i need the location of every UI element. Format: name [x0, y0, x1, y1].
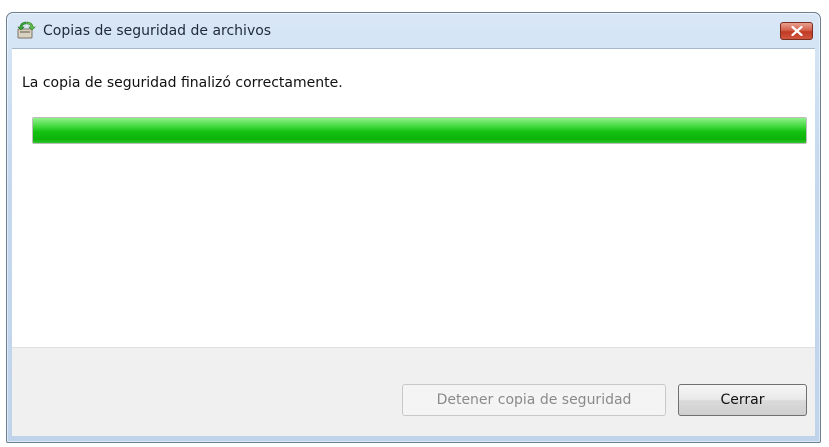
title-bar[interactable]: Copias de seguridad de archivos: [7, 13, 820, 47]
content-area: La copia de seguridad finalizó correctam…: [12, 48, 815, 347]
status-message: La copia de seguridad finalizó correctam…: [22, 75, 343, 91]
dialog-window: Copias de seguridad de archivos La copia…: [6, 12, 821, 443]
close-button[interactable]: Cerrar: [678, 384, 807, 416]
backup-files-icon: [16, 20, 36, 40]
progress-bar: [32, 117, 807, 144]
window-title: Copias de seguridad de archivos: [43, 23, 272, 39]
close-icon: [790, 26, 803, 36]
close-window-button[interactable]: [780, 22, 813, 40]
stop-backup-button[interactable]: Detener copia de seguridad: [402, 384, 666, 416]
progress-bar-fill: [33, 118, 806, 143]
button-bar: Detener copia de seguridad Cerrar: [12, 347, 815, 436]
